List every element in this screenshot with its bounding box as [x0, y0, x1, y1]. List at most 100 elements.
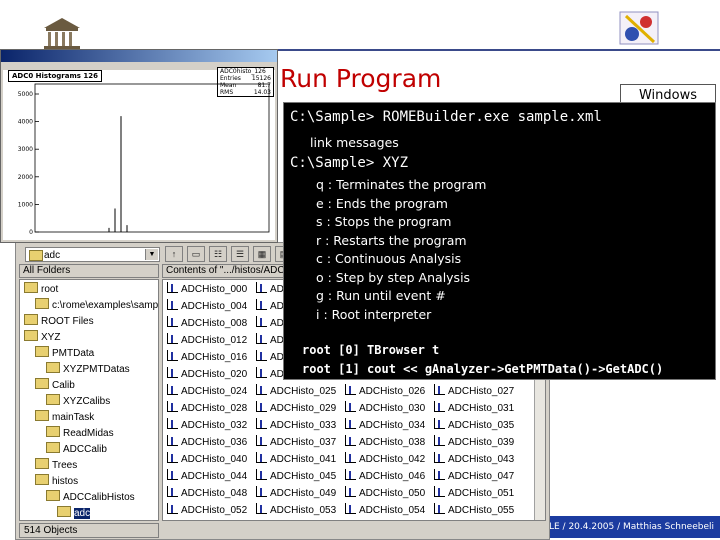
- console-root-line-0: root [0] TBrowser t: [302, 343, 440, 357]
- tree-item[interactable]: ADCCalibHistos: [46, 490, 135, 506]
- tree-item[interactable]: PMTData: [35, 346, 94, 362]
- histogram-icon: [345, 435, 356, 446]
- list-item[interactable]: ADCHisto_051: [434, 486, 514, 502]
- tree-item[interactable]: XYZCalibs: [46, 394, 110, 410]
- list-item[interactable]: ADCHisto_026: [345, 384, 425, 400]
- list-item[interactable]: ADCHisto_047: [434, 469, 514, 485]
- tree-item[interactable]: ADCCalib: [46, 442, 107, 458]
- list-item[interactable]: ADCHisto_053: [256, 503, 336, 519]
- list-item[interactable]: ADCHisto_004: [167, 299, 247, 315]
- histogram-icon: [434, 384, 445, 395]
- list-view-button[interactable]: ☷: [209, 246, 227, 262]
- list-item[interactable]: ADCHisto_038: [345, 435, 425, 451]
- list-item[interactable]: ADCHisto_030: [345, 401, 425, 417]
- histogram-icon: [256, 384, 267, 395]
- tree-item[interactable]: ROOT Files: [24, 314, 94, 330]
- list-item[interactable]: ADCHisto_025: [256, 384, 336, 400]
- help-line: c : Continuous Analysis: [316, 251, 462, 266]
- histogram-icon: [345, 469, 356, 480]
- list-item[interactable]: ADCHisto_042: [345, 452, 425, 468]
- list-item[interactable]: ADCHisto_027: [434, 384, 514, 400]
- histogram-icon: [345, 452, 356, 463]
- list-item-label: ADCHisto_047: [448, 471, 515, 482]
- list-item[interactable]: ADCHisto_037: [256, 435, 336, 451]
- list-item[interactable]: ADCHisto_028: [167, 401, 247, 417]
- tree-item[interactable]: XYZ: [24, 330, 60, 346]
- histogram-icon: [167, 367, 178, 378]
- list-item-label: ADCHisto_045: [270, 471, 337, 482]
- list-item[interactable]: ADCHisto_008: [167, 316, 247, 332]
- tree-item[interactable]: root: [24, 282, 58, 298]
- tree-item-label: Calib: [52, 380, 75, 391]
- list-item-label: ADCHisto_038: [359, 437, 426, 448]
- list-item-label: ADCHisto_046: [359, 471, 426, 482]
- list-item[interactable]: ADCHisto_045: [256, 469, 336, 485]
- institute-logo: [616, 8, 664, 48]
- histogram-icon: [256, 316, 267, 327]
- list-item[interactable]: ADCHisto_040: [167, 452, 247, 468]
- tree-item[interactable]: mainTask: [35, 410, 94, 426]
- tree-item[interactable]: Trees: [35, 458, 77, 474]
- list-item[interactable]: ADCHisto_052: [167, 503, 247, 519]
- console-command-builder: C:\Sample> ROMEBuilder.exe sample.xml: [290, 109, 602, 125]
- tree-item[interactable]: Calib: [35, 378, 75, 394]
- details-view-button[interactable]: ☰: [231, 246, 249, 262]
- y-tick-label: 2000: [18, 174, 33, 181]
- console-link-messages: link messages: [310, 135, 399, 150]
- large-icons-button[interactable]: ▦: [253, 246, 271, 262]
- list-item[interactable]: ADCHisto_046: [345, 469, 425, 485]
- tree-item[interactable]: adc: [57, 506, 91, 520]
- list-item[interactable]: ADCHisto_034: [345, 418, 425, 434]
- list-item-label: ADCHisto_024: [181, 386, 248, 397]
- list-item[interactable]: ADCHisto_039: [434, 435, 514, 451]
- histogram-icon: [256, 401, 267, 412]
- list-item-label: ADCHisto_000: [181, 284, 248, 295]
- tree-item-label: Trees: [52, 460, 78, 471]
- tree-item[interactable]: histos: [35, 474, 78, 490]
- list-item[interactable]: ADCHisto_050: [345, 486, 425, 502]
- folder-combo-value: adc: [44, 250, 61, 261]
- new-canvas-button[interactable]: ▭: [187, 246, 205, 262]
- list-item[interactable]: ADCHisto_044: [167, 469, 247, 485]
- list-item-label: ADCHisto_016: [181, 352, 248, 363]
- list-item-label: ADCHisto_050: [359, 488, 426, 499]
- list-item-label: ADCHisto_008: [181, 318, 248, 329]
- list-item[interactable]: ADCHisto_043: [434, 452, 514, 468]
- tree-item[interactable]: ReadMidas: [46, 426, 114, 442]
- chevron-down-icon[interactable]: ▼: [145, 249, 158, 260]
- tree-item-label: PMTData: [52, 348, 95, 359]
- help-line: i : Root interpreter: [316, 306, 432, 322]
- list-item[interactable]: ADCHisto_055: [434, 503, 514, 519]
- list-item[interactable]: ADCHisto_000: [167, 282, 247, 298]
- list-item[interactable]: ADCHisto_016: [167, 350, 247, 366]
- list-item[interactable]: ADCHisto_032: [167, 418, 247, 434]
- list-item[interactable]: ADCHisto_020: [167, 367, 247, 383]
- histogram-icon: [167, 350, 178, 361]
- list-item[interactable]: ADCHisto_033: [256, 418, 336, 434]
- list-item[interactable]: ADCHisto_024: [167, 384, 247, 400]
- list-item[interactable]: ADCHisto_031: [434, 401, 514, 417]
- tree-item[interactable]: XYZPMTDatas: [46, 362, 130, 378]
- list-item[interactable]: ADCHisto_054: [345, 503, 425, 519]
- list-item-label: ADCHisto_044: [181, 471, 248, 482]
- list-item[interactable]: ADCHisto_041: [256, 452, 336, 468]
- folder-icon: [35, 378, 49, 389]
- list-item[interactable]: ADCHisto_048: [167, 486, 247, 502]
- list-item-label: ADCHisto_012: [181, 335, 248, 346]
- histogram-icon: [256, 350, 267, 361]
- list-item[interactable]: ADCHisto_035: [434, 418, 514, 434]
- list-item[interactable]: ADCHisto_036: [167, 435, 247, 451]
- list-item-label: ADCHisto_034: [359, 420, 426, 431]
- folder-icon: [46, 442, 60, 453]
- up-folder-button[interactable]: ↑: [165, 246, 183, 262]
- list-item[interactable]: ADCHisto_049: [256, 486, 336, 502]
- folder-combo[interactable]: adc ▼: [25, 247, 160, 262]
- tree-item-label: histos: [52, 476, 79, 487]
- histogram-icon: [256, 282, 267, 293]
- canvas-title-bar[interactable]: [1, 50, 277, 62]
- folder-icon: [24, 330, 38, 341]
- list-item[interactable]: ADCHisto_012: [167, 333, 247, 349]
- y-tick-label: 4000: [18, 119, 33, 126]
- tree-item[interactable]: c:\rome\examples\sample: [35, 298, 158, 314]
- list-item[interactable]: ADCHisto_029: [256, 401, 336, 417]
